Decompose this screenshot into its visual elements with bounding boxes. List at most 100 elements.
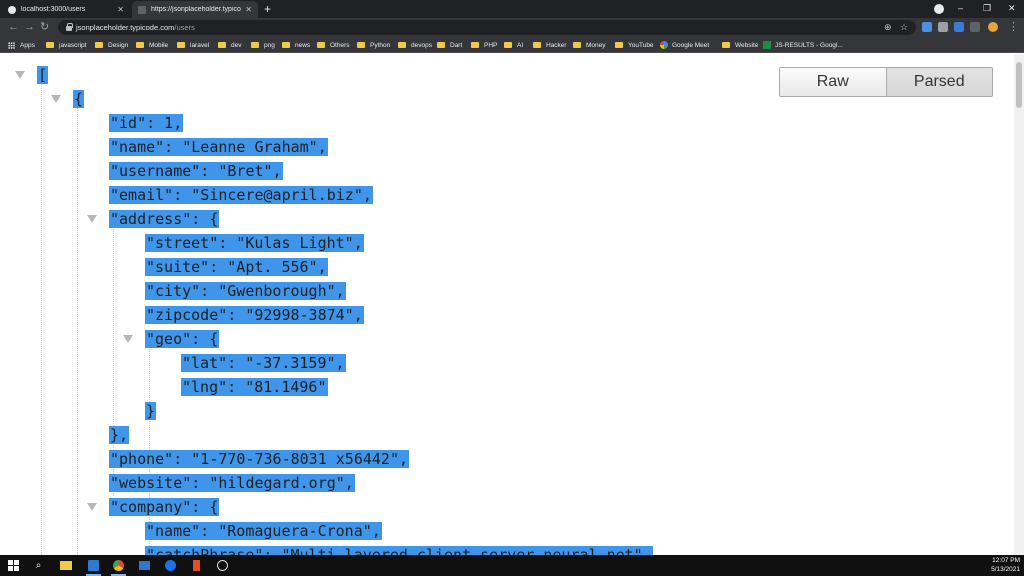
scrollbar[interactable] — [1014, 54, 1024, 555]
bookmark-php[interactable]: PHP — [471, 40, 497, 50]
system-clock[interactable]: 12:07 PM 5/13/2021 — [991, 556, 1020, 574]
bookmark-dev[interactable]: dev — [218, 40, 241, 50]
photos-icon[interactable] — [137, 558, 152, 573]
bookmark-design[interactable]: Design — [95, 40, 128, 50]
json-line-text: "id": 1, — [109, 114, 184, 132]
app-icon[interactable] — [163, 558, 178, 573]
back-button[interactable]: ← — [8, 20, 19, 34]
tab-title: localhost:3000/users — [21, 6, 86, 13]
collapse-toggle-icon[interactable] — [123, 335, 133, 343]
close-tab-icon[interactable]: ✕ — [117, 5, 124, 14]
bookmark-ai[interactable]: AI — [504, 40, 523, 50]
search-icon[interactable]: ⌕ — [31, 558, 46, 573]
folder-icon — [471, 42, 479, 48]
bookmark-label: Money — [586, 41, 606, 49]
clock-app-icon[interactable] — [215, 558, 230, 573]
bookmark-png[interactable]: png — [251, 40, 275, 50]
url-text[interactable]: jsonplaceholder.typicode.com/users — [76, 22, 195, 33]
raw-button[interactable]: Raw — [780, 68, 887, 96]
close-window-button[interactable]: ✕ — [1008, 2, 1016, 14]
sheets-icon — [763, 41, 771, 49]
folder-icon — [357, 42, 365, 48]
start-button[interactable] — [6, 558, 21, 573]
json-line-text: "street": "Kulas Light", — [145, 234, 364, 252]
bookmark-google-meet[interactable]: Google Meet — [660, 40, 709, 50]
bookmark-apps[interactable]: Apps — [8, 40, 35, 50]
json-line-text: "city": "Gwenborough", — [145, 282, 346, 300]
avatar[interactable] — [988, 22, 998, 32]
bookmark-label: Apps — [20, 41, 35, 49]
address-bar[interactable]: jsonplaceholder.typicode.com/users ⊕ ☆ — [58, 20, 916, 35]
app-icon[interactable] — [189, 558, 204, 573]
bookmark-python[interactable]: Python — [357, 40, 390, 50]
bookmark-javascript[interactable]: javascript — [46, 40, 86, 50]
bookmark-label: Mobile — [149, 41, 169, 49]
bookmark-website[interactable]: Website — [722, 40, 758, 50]
forward-button[interactable]: → — [24, 20, 35, 34]
json-line: "street": "Kulas Light", — [145, 232, 364, 254]
tab-jsonplaceholder[interactable]: https://jsonplaceholder.typicode... ✕ — [132, 1, 258, 18]
parsed-button[interactable]: Parsed — [886, 68, 992, 96]
bookmark-news[interactable]: news — [282, 40, 310, 50]
close-tab-icon[interactable]: ✕ — [245, 5, 252, 14]
bookmark-js-results-googl[interactable]: JS-RESULTS - Googl... — [763, 40, 843, 50]
json-line-text: "name": "Leanne Graham", — [109, 138, 328, 156]
extension-icon[interactable] — [954, 22, 964, 32]
zoom-icon[interactable]: ⊕ — [884, 21, 892, 34]
folder-icon — [218, 42, 226, 48]
collapse-toggle-icon[interactable] — [15, 71, 25, 79]
json-line-text: "address": { — [109, 210, 220, 228]
minimize-button[interactable]: – — [958, 2, 963, 14]
new-tab-button[interactable]: + — [264, 2, 271, 16]
bookmark-label: news — [295, 41, 311, 49]
bookmark-money[interactable]: Money — [573, 40, 606, 50]
scrollbar-thumb[interactable] — [1016, 62, 1022, 108]
clock-date: 5/13/2021 — [991, 566, 1020, 573]
json-line-text: "catchPhrase": "Multi-layered client-ser… — [145, 546, 653, 555]
json-line-text: } — [145, 402, 157, 420]
bookmark-dart[interactable]: Dart — [437, 40, 462, 50]
json-line: "website": "hildegard.org", — [109, 472, 355, 494]
bookmark-hacker[interactable]: Hacker — [533, 40, 567, 50]
maximize-button[interactable]: ❐ — [983, 2, 991, 14]
bookmark-label: Dart — [450, 41, 463, 49]
lock-icon[interactable] — [66, 23, 73, 31]
tab-localhost-users[interactable]: localhost:3000/users ✕ — [2, 1, 130, 18]
json-line-text: "website": "hildegard.org", — [109, 474, 355, 492]
extension-icon[interactable] — [922, 22, 932, 32]
json-line-text: "zipcode": "92998-3874", — [145, 306, 364, 324]
folder-icon — [317, 42, 325, 48]
extension-icon[interactable] — [970, 22, 980, 32]
folder-icon — [573, 42, 581, 48]
file-explorer-icon[interactable] — [58, 558, 73, 573]
bookmark-laravel[interactable]: laravel — [177, 40, 209, 50]
folder-icon — [504, 42, 512, 48]
collapse-toggle-icon[interactable] — [87, 503, 97, 511]
json-line: "lng": "81.1496" — [181, 376, 328, 398]
json-line-text: [ — [37, 66, 49, 84]
extension-icon[interactable] — [938, 22, 948, 32]
bookmark-star-icon[interactable]: ☆ — [900, 21, 908, 34]
json-line: "name": "Leanne Graham", — [109, 136, 328, 158]
json-line: "email": "Sincere@april.biz", — [109, 184, 373, 206]
bookmark-devops[interactable]: devops — [398, 40, 432, 50]
bookmark-mobile[interactable]: Mobile — [136, 40, 168, 50]
menu-icon[interactable]: ⋮ — [1008, 20, 1019, 34]
collapse-toggle-icon[interactable] — [87, 215, 97, 223]
collapse-toggle-icon[interactable] — [51, 95, 61, 103]
json-line-text: "lat": "-37.3159", — [181, 354, 346, 372]
json-line-text: "email": "Sincere@april.biz", — [109, 186, 373, 204]
vscode-icon[interactable] — [86, 558, 101, 576]
chrome-icon[interactable] — [111, 558, 126, 576]
tab-title: https://jsonplaceholder.typicode... — [151, 6, 241, 13]
bookmark-youtube[interactable]: YouTube — [615, 40, 654, 50]
json-line: "geo": { — [145, 328, 220, 350]
bookmark-label: javascript — [59, 41, 87, 49]
browser-toolbar: ← → ↻ jsonplaceholder.typicode.com/users… — [0, 18, 1024, 37]
bookmark-others[interactable]: Others — [317, 40, 350, 50]
reload-button[interactable]: ↻ — [40, 20, 49, 34]
bookmark-label: YouTube — [628, 41, 654, 49]
json-line: "lat": "-37.3159", — [181, 352, 346, 374]
folder-icon — [251, 42, 259, 48]
profile-icon[interactable] — [934, 4, 944, 14]
